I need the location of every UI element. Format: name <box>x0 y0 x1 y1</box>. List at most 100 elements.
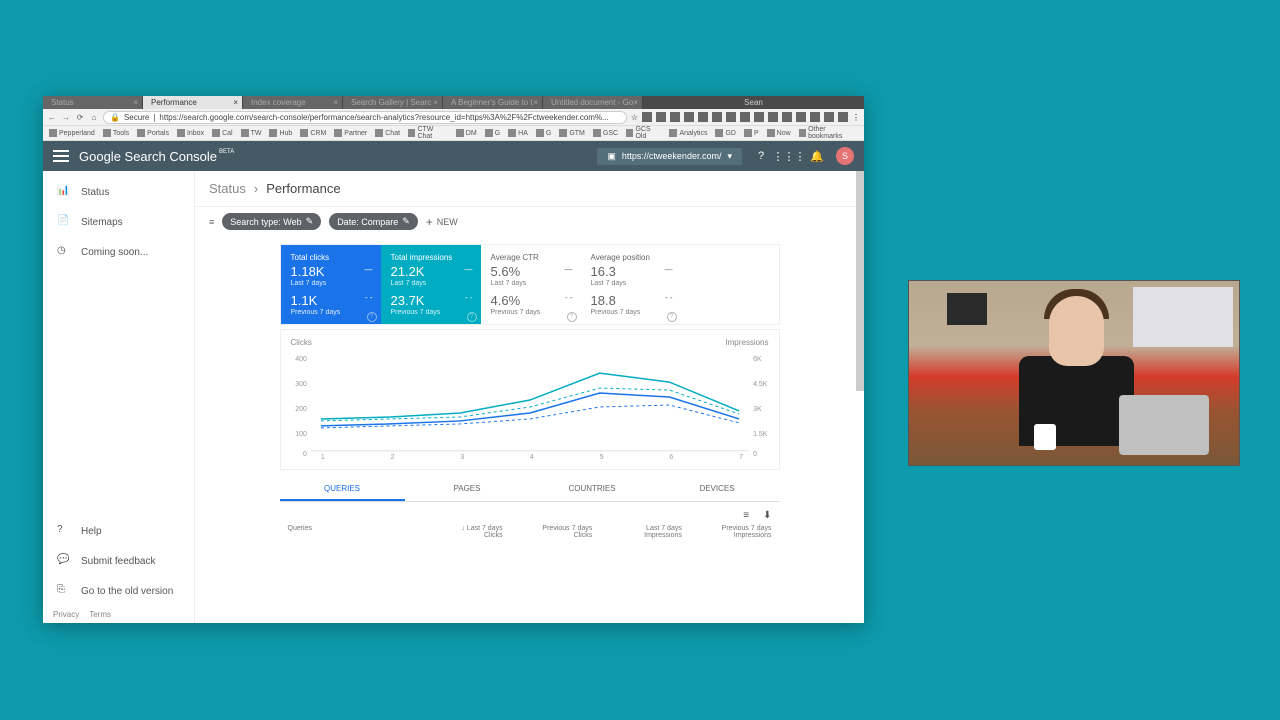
ext-icon[interactable] <box>754 112 764 122</box>
bookmark[interactable]: GCS Old <box>626 126 661 140</box>
browser-tab[interactable]: Status× <box>43 96 143 109</box>
browser-tab[interactable]: Search Gallery | Searc× <box>343 96 443 109</box>
col-header[interactable]: Last 7 daysImpressions <box>592 525 682 539</box>
url-input[interactable]: 🔒 Secure | https://search.google.com/sea… <box>103 111 627 124</box>
bookmark[interactable]: Cal <box>212 129 233 137</box>
filter-icon[interactable]: ≡ <box>209 217 214 227</box>
address-bar: ← → ⟳ ⌂ 🔒 Secure | https://search.google… <box>43 109 864 126</box>
ext-icon[interactable] <box>810 112 820 122</box>
forward-button[interactable]: → <box>61 112 71 122</box>
tab-queries[interactable]: QUERIES <box>280 478 405 501</box>
home-button[interactable]: ⌂ <box>89 112 99 122</box>
sidebar-item-label: Coming soon... <box>81 247 148 258</box>
metric-card-position[interactable]: Average position 16.3— Last 7 days 18.8-… <box>581 245 681 324</box>
app-title: Google Search ConsoleBETA <box>79 149 234 164</box>
notifications-icon[interactable]: 🔔 <box>808 147 826 165</box>
col-header[interactable]: Previous 7 daysClicks <box>503 525 593 539</box>
search-type-chip[interactable]: Search type: Web✎ <box>222 213 321 230</box>
bookmark[interactable]: Inbox <box>177 129 204 137</box>
sidebar-item-sitemaps[interactable]: 📄 Sitemaps <box>43 207 194 237</box>
info-icon[interactable]: ? <box>567 312 577 322</box>
terms-link[interactable]: Terms <box>89 610 111 619</box>
ext-icon[interactable] <box>782 112 792 122</box>
property-url: https://ctweekender.com/ <box>622 151 722 161</box>
col-header-queries[interactable]: Queries <box>288 525 413 539</box>
metric-card-impressions[interactable]: Total impressions 21.2K— Last 7 days 23.… <box>381 245 481 324</box>
ext-icon[interactable] <box>642 112 652 122</box>
ext-icon[interactable] <box>656 112 666 122</box>
ext-icon[interactable] <box>698 112 708 122</box>
sidebar-item-status[interactable]: 📊 Status <box>43 177 194 207</box>
bookmark[interactable]: Portals <box>137 129 169 137</box>
bookmark[interactable]: GTM <box>559 129 585 137</box>
bookmark[interactable]: Partner <box>334 129 367 137</box>
tab-pages[interactable]: PAGES <box>405 478 530 501</box>
col-header[interactable]: ↓ Last 7 daysClicks <box>413 525 503 539</box>
info-icon[interactable]: ? <box>667 312 677 322</box>
metric-card-clicks[interactable]: Total clicks 1.18K— Last 7 days 1.1K- - … <box>281 245 381 324</box>
page-title: Performance <box>266 181 340 196</box>
browser-tab[interactable]: Index coverage× <box>243 96 343 109</box>
bookmark[interactable]: P <box>744 129 759 137</box>
svg-text:2: 2 <box>390 454 394 461</box>
browser-tab[interactable]: Untitled document - Go× <box>543 96 643 109</box>
add-filter-button[interactable]: +NEW <box>426 215 458 229</box>
ext-icon[interactable] <box>768 112 778 122</box>
sidebar-item-help[interactable]: ? Help <box>43 516 194 546</box>
bookmark[interactable]: HA <box>508 129 528 137</box>
scrollbar[interactable] <box>856 171 864 623</box>
ext-icon[interactable] <box>824 112 834 122</box>
bookmark[interactable]: CRM <box>300 129 326 137</box>
bookmark[interactable]: Pepperland <box>49 129 95 137</box>
bookmark[interactable]: Hub <box>269 129 292 137</box>
privacy-link[interactable]: Privacy <box>53 610 79 619</box>
metric-cards: Total clicks 1.18K— Last 7 days 1.1K- - … <box>280 244 780 325</box>
tab-countries[interactable]: COUNTRIES <box>530 478 655 501</box>
download-icon[interactable]: ⬇ <box>763 510 771 521</box>
bookmark[interactable]: CTW Chat <box>408 126 448 140</box>
bookmark[interactable]: G <box>536 129 551 137</box>
ext-icon[interactable] <box>740 112 750 122</box>
back-button[interactable]: ← <box>47 112 57 122</box>
help-icon[interactable]: ? <box>752 147 770 165</box>
chevron-right-icon: › <box>254 181 258 196</box>
metric-sublabel: Last 7 days <box>591 280 671 287</box>
ext-icon[interactable] <box>838 112 848 122</box>
bookmark[interactable]: Now <box>767 129 791 137</box>
bookmark[interactable]: TW <box>241 129 262 137</box>
ext-icon[interactable] <box>684 112 694 122</box>
browser-menu-icon[interactable]: ⋮ <box>852 113 860 122</box>
svg-text:0: 0 <box>753 451 757 458</box>
browser-tab[interactable]: A Beginner's Guide to t× <box>443 96 543 109</box>
metric-card-ctr[interactable]: Average CTR 5.6%— Last 7 days 4.6%- - Pr… <box>481 245 581 324</box>
breadcrumb-parent[interactable]: Status <box>209 181 246 196</box>
tab-devices[interactable]: DEVICES <box>655 478 780 501</box>
ext-icon[interactable] <box>796 112 806 122</box>
bookmark[interactable]: Tools <box>103 129 129 137</box>
sidebar-item-old-version[interactable]: ⎘ Go to the old version <box>43 576 194 606</box>
bookmark[interactable]: GSC <box>593 129 618 137</box>
col-header[interactable]: Previous 7 daysImpressions <box>682 525 772 539</box>
info-icon[interactable]: ? <box>467 312 477 322</box>
account-avatar[interactable]: S <box>836 147 854 165</box>
other-bookmarks[interactable]: Other bookmarks <box>799 126 858 140</box>
bookmark[interactable]: G <box>485 129 500 137</box>
bookmark[interactable]: DM <box>456 129 477 137</box>
info-icon[interactable]: ? <box>367 312 377 322</box>
bookmark[interactable]: Analytics <box>669 129 707 137</box>
menu-icon[interactable] <box>53 150 69 162</box>
ext-icon[interactable] <box>726 112 736 122</box>
sidebar-item-label: Sitemaps <box>81 217 123 228</box>
bookmark[interactable]: Chat <box>375 129 400 137</box>
apps-icon[interactable]: ⋮⋮⋮ <box>780 147 798 165</box>
date-chip[interactable]: Date: Compare✎ <box>329 213 418 230</box>
bookmark[interactable]: GD <box>715 129 736 137</box>
reload-button[interactable]: ⟳ <box>75 112 85 122</box>
property-selector[interactable]: ▣ https://ctweekender.com/ ▾ <box>597 148 742 165</box>
ext-icon[interactable] <box>670 112 680 122</box>
table-filter-icon[interactable]: ≡ <box>743 510 749 521</box>
bookmark-star-icon[interactable]: ☆ <box>631 113 638 122</box>
browser-tab-active[interactable]: Performance× <box>143 96 243 109</box>
ext-icon[interactable] <box>712 112 722 122</box>
sidebar-item-feedback[interactable]: 💬 Submit feedback <box>43 546 194 576</box>
